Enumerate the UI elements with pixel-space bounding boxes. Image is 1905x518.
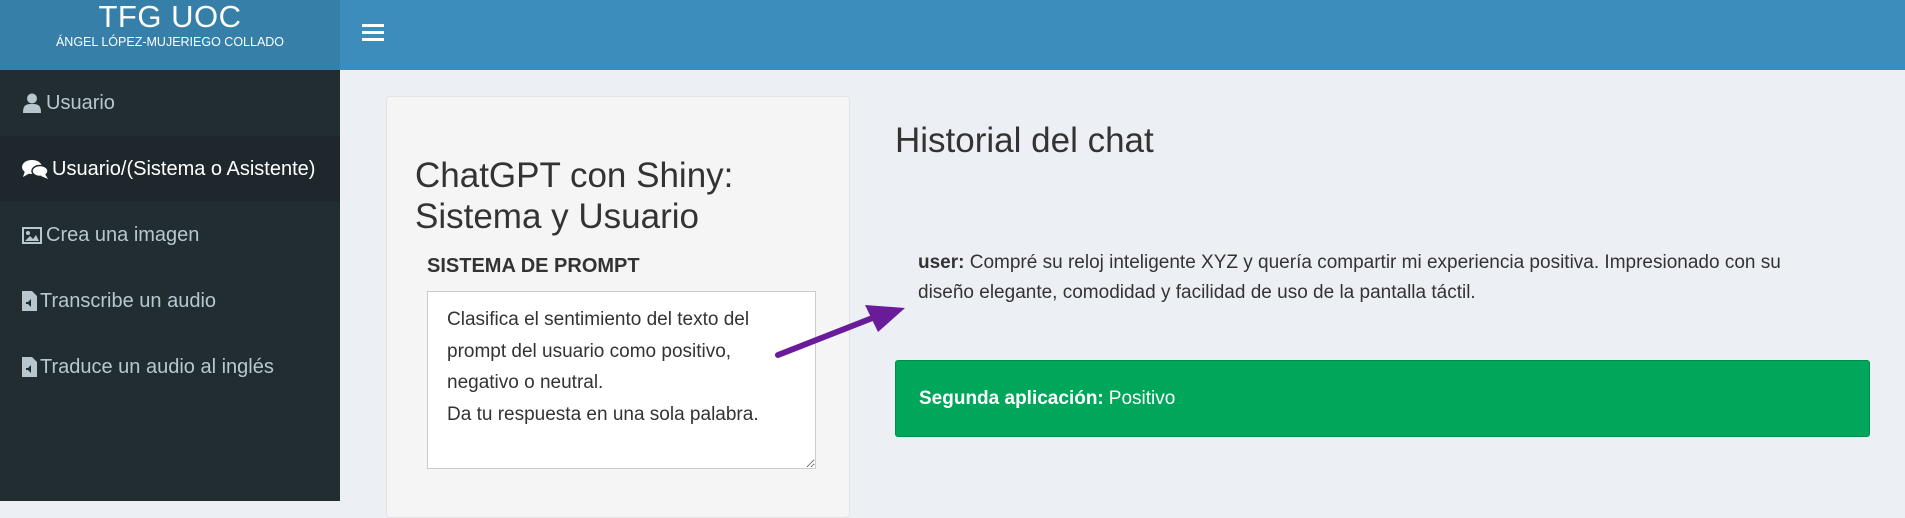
image-icon <box>21 224 43 246</box>
sidebar-item-transcribe-audio[interactable]: Transcribe un audio <box>0 268 340 334</box>
sidebar-item-label: Crea una imagen <box>46 223 200 246</box>
result-label: Segunda aplicación: <box>919 387 1104 409</box>
file-audio-icon <box>21 290 37 312</box>
system-prompt-label: SISTEMA DE PROMPT <box>427 255 640 277</box>
hamburger-icon[interactable] <box>362 21 384 43</box>
classification-result: Segunda aplicación: Positivo <box>895 360 1870 437</box>
user-message-text: Compré su reloj inteligente XYZ y quería… <box>918 252 1781 303</box>
annotation-arrow-icon <box>775 305 905 358</box>
comments-icon <box>21 158 49 180</box>
chat-history-title: Historial del chat <box>895 121 1154 160</box>
sidebar-item-traduce-audio[interactable]: Traduce un audio al inglés <box>0 334 340 400</box>
user-icon <box>21 92 43 114</box>
sidebar-item-usuario[interactable]: Usuario <box>0 70 340 136</box>
app-author: ÁNGEL LÓPEZ-MUJERIEGO COLLADO <box>55 35 285 49</box>
sidebar-item-label: Transcribe un audio <box>40 289 217 312</box>
top-navbar <box>340 0 1905 70</box>
result-value: Positivo <box>1108 387 1176 409</box>
system-prompt-textarea[interactable]: Clasifica el sentimiento del texto del p… <box>427 291 816 469</box>
sidebar: Usuario Usuario/(Sistema o Asistente) Cr… <box>0 70 340 501</box>
user-message: user: Compré su reloj inteligente XYZ y … <box>918 248 1838 308</box>
user-message-label: user: <box>918 252 965 273</box>
sidebar-item-label: Traduce un audio al inglés <box>40 355 274 378</box>
file-audio-icon <box>21 356 37 378</box>
app-title: TFG UOC <box>98 0 242 34</box>
sidebar-item-label: Usuario <box>46 91 115 114</box>
app-logo[interactable]: TFG UOC ÁNGEL LÓPEZ-MUJERIEGO COLLADO <box>0 0 340 70</box>
sidebar-item-sistema-asistente[interactable]: Usuario/(Sistema o Asistente) <box>0 136 340 202</box>
panel-title: ChatGPT con Shiny: Sistema y Usuario <box>415 156 734 236</box>
sidebar-item-crea-imagen[interactable]: Crea una imagen <box>0 202 340 268</box>
sidebar-item-label: Usuario/(Sistema o Asistente) <box>52 157 316 180</box>
